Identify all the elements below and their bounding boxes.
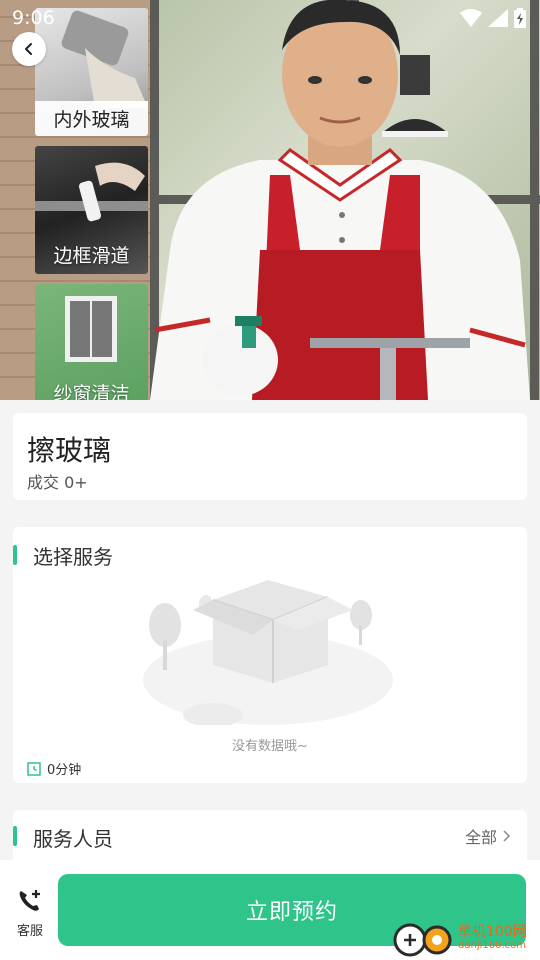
chevron-right-icon [503,830,511,842]
frame-track-image [35,162,148,222]
watermark-logo-icon [393,923,452,957]
signal-icon [488,9,508,27]
watermark-brand: 单机100网 [458,923,527,940]
thumbnail-label: 纱窗清洁 [53,383,130,400]
empty-state-text: 没有数据哦~ [232,739,308,754]
thumbnail-screen-cleaning[interactable]: 纱窗清洁 [35,284,148,400]
view-all-staff-link[interactable]: 全部 [465,824,511,848]
window-screen-image [65,296,117,362]
section-title-select-service: 选择服务 [33,545,113,569]
select-service-card: 选择服务 没有数据哦~ 0分钟 [13,527,527,783]
duration-info: 0分钟 [27,759,81,778]
thumbnail-label: 边框滑道 [53,245,130,267]
thumbnail-frame-track[interactable]: 边框滑道 [35,146,148,274]
status-time: 9:06 [12,7,55,29]
watermark-text: 单机100网 danji100.com [458,923,527,952]
watermark-url: danji100.com [458,940,526,952]
section-accent-bar [13,545,17,565]
clock-icon [27,761,41,776]
phone-add-icon [19,890,40,911]
section-accent-bar [13,826,17,846]
duration-value: 0分钟 [47,763,82,778]
wifi-icon [460,9,482,27]
thumbnail-label: 内外玻璃 [35,101,148,136]
service-title: 擦玻璃 [27,434,112,467]
hero-banner: 内外玻璃 边框滑道 纱窗清洁 9:06 [0,0,540,400]
battery-icon [514,8,526,28]
back-arrow-icon [25,43,32,55]
service-staff-card: 服务人员 全部 [13,810,527,862]
status-bar: 9:06 [0,0,540,36]
sales-count: 成交 0+ [27,473,88,492]
service-info-card: 擦玻璃 成交 0+ [13,413,527,500]
empty-box-illustration [143,580,393,725]
view-all-label: 全部 [464,828,497,847]
watermark-logo: 单机100网 danji100.com [390,918,527,958]
customer-service-label: 客服 [16,924,43,939]
customer-service-button[interactable]: 客服 [10,888,50,939]
back-button[interactable] [12,32,46,66]
section-title-service-staff: 服务人员 [33,827,113,851]
service-thumbnails: 内外玻璃 边框滑道 纱窗清洁 [35,8,148,400]
status-icons [460,8,526,28]
cleaner-photo [150,0,530,400]
